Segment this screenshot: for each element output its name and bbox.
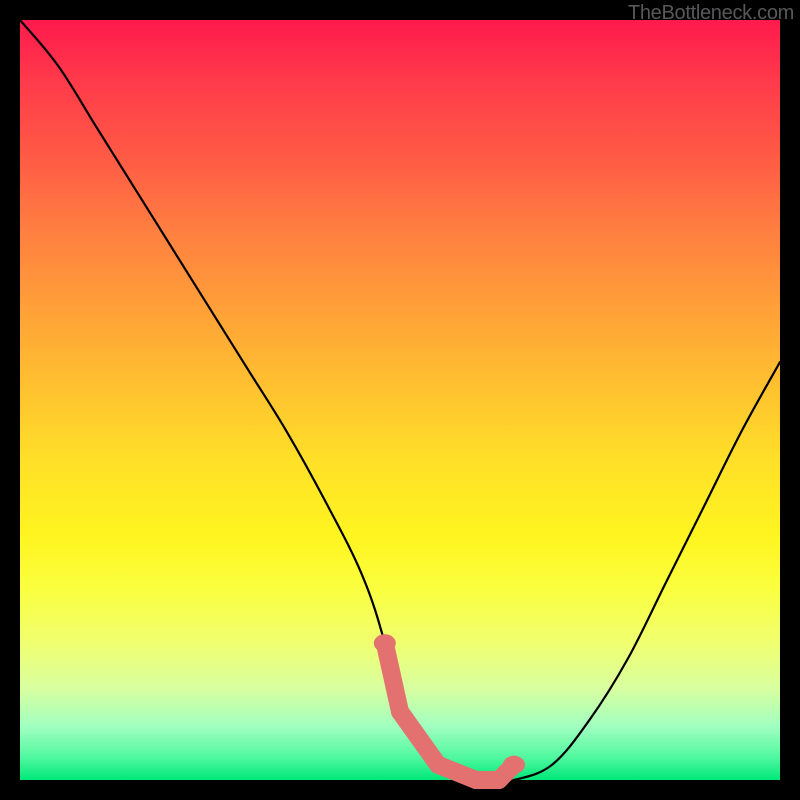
chart-curve — [20, 20, 780, 781]
plot-area — [20, 20, 780, 780]
chart-svg — [20, 20, 780, 780]
marker-dot — [374, 634, 396, 652]
marker-dot — [467, 771, 485, 789]
marker-dot — [503, 756, 525, 774]
chart-markers — [374, 634, 525, 789]
marker-dot — [429, 756, 447, 774]
marker-dot — [490, 771, 508, 789]
marker-dot — [391, 703, 409, 721]
chart-frame: TheBottleneck.com — [0, 0, 800, 800]
